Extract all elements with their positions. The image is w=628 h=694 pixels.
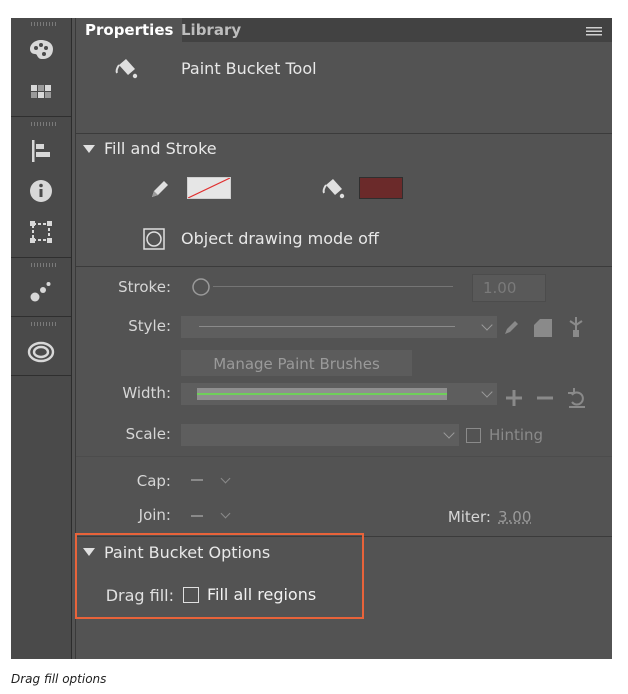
stroke-color-swatch[interactable] xyxy=(187,177,231,199)
add-width-icon[interactable] xyxy=(504,388,524,408)
reset-width-icon[interactable] xyxy=(566,387,588,409)
paint-bucket-icon xyxy=(114,56,140,82)
strip-grip[interactable] xyxy=(31,322,57,326)
style-dropdown[interactable] xyxy=(181,316,497,338)
creative-cloud-icon[interactable] xyxy=(26,336,56,366)
hinting-label: Hinting xyxy=(489,426,544,444)
miter-value[interactable]: 3.00 xyxy=(498,508,531,526)
cap-label: Cap: xyxy=(136,472,171,490)
info-icon[interactable] xyxy=(26,176,56,206)
highlight-box xyxy=(75,533,364,619)
manage-paint-brushes-button[interactable]: Manage Paint Brushes xyxy=(181,350,412,376)
width-profile-preview xyxy=(197,388,447,400)
panel-tab-bar: Properties Library xyxy=(76,18,612,42)
cap-style-icon[interactable] xyxy=(191,479,203,481)
hinting-checkbox[interactable] xyxy=(466,428,481,443)
tool-name: Paint Bucket Tool xyxy=(181,59,317,78)
join-style-icon[interactable] xyxy=(191,515,203,517)
align-icon[interactable] xyxy=(26,136,56,166)
strip-grip[interactable] xyxy=(31,122,57,126)
chevron-down-icon xyxy=(443,427,455,439)
palette-icon[interactable] xyxy=(26,35,56,65)
manage-paint-brushes-label: Manage Paint Brushes xyxy=(213,355,380,373)
style-line-preview xyxy=(199,326,455,327)
width-label: Width: xyxy=(122,384,171,402)
transform-icon[interactable] xyxy=(26,217,56,247)
fill-bucket-icon xyxy=(321,176,347,202)
scale-dropdown[interactable] xyxy=(181,424,459,446)
strip-grip[interactable] xyxy=(31,22,57,26)
miter-label: Miter: xyxy=(447,508,491,526)
width-profile-dropdown[interactable] xyxy=(181,383,497,405)
strip-divider xyxy=(11,375,71,376)
join-label: Join: xyxy=(138,506,171,524)
fill-stroke-title[interactable]: Fill and Stroke xyxy=(104,139,217,158)
pencil-icon xyxy=(148,177,172,201)
strip-grip[interactable] xyxy=(31,263,57,267)
stroke-value-input[interactable]: 1.00 xyxy=(472,274,546,302)
chevron-down-icon xyxy=(481,319,493,331)
figure-caption: Drag fill options xyxy=(11,672,107,686)
motion-presets-icon[interactable] xyxy=(26,276,56,306)
divider xyxy=(76,456,612,457)
tab-library[interactable]: Library xyxy=(172,18,250,42)
stroke-label: Stroke: xyxy=(118,278,171,296)
brush-library-icon[interactable] xyxy=(532,317,554,339)
style-label: Style: xyxy=(128,317,171,335)
object-drawing-mode-label[interactable]: Object drawing mode off xyxy=(181,229,379,248)
remove-width-icon[interactable] xyxy=(535,388,555,408)
stroke-slider-thumb[interactable] xyxy=(191,277,211,297)
object-drawing-icon[interactable] xyxy=(143,228,165,250)
fill-stroke-collapse-icon[interactable] xyxy=(83,145,95,153)
strip-divider xyxy=(11,316,71,317)
edit-stroke-style-icon[interactable] xyxy=(501,316,523,338)
divider xyxy=(76,133,612,134)
fill-color-swatch[interactable] xyxy=(359,177,403,199)
scale-label: Scale: xyxy=(125,425,171,443)
strip-divider xyxy=(11,116,71,117)
chevron-down-icon xyxy=(481,386,493,398)
tab-properties[interactable]: Properties xyxy=(76,18,183,42)
swatches-icon[interactable] xyxy=(26,77,56,107)
cap-chevron-icon[interactable] xyxy=(220,473,231,484)
panel-strip xyxy=(11,18,72,659)
panel-menu-icon[interactable] xyxy=(586,23,602,36)
stroke-slider-track[interactable] xyxy=(213,286,453,287)
strip-divider xyxy=(11,257,71,258)
stroke-value: 1.00 xyxy=(483,279,517,297)
brush-settings-icon[interactable] xyxy=(565,315,587,339)
join-chevron-icon[interactable] xyxy=(220,508,231,519)
divider xyxy=(76,266,612,267)
